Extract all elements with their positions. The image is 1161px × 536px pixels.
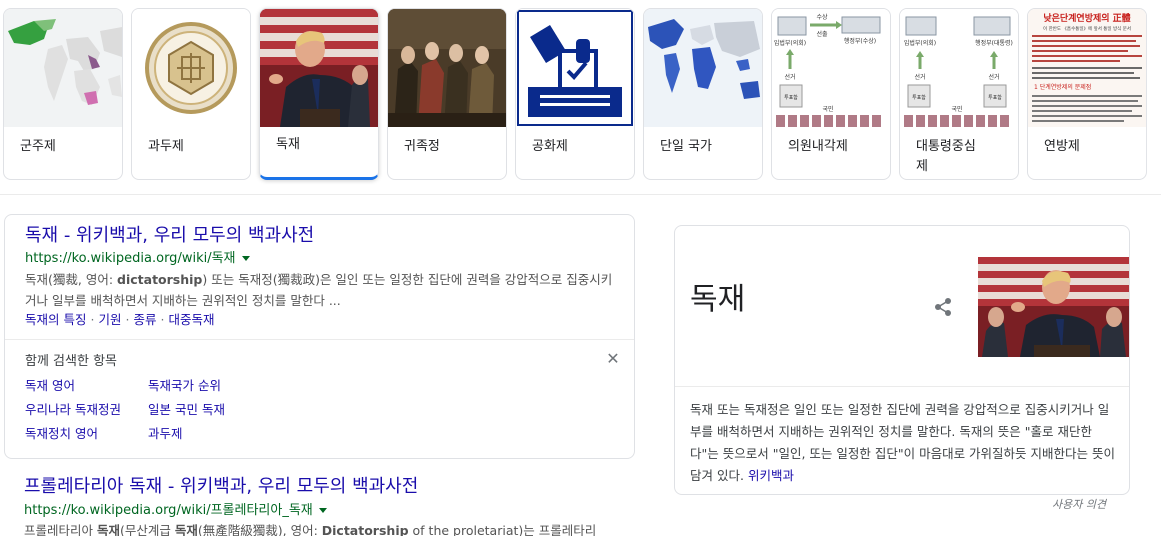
related-link[interactable]: 독재국가 순위 — [148, 377, 221, 395]
government-diagram: 입법부(의회) 행정부(대통령) 선거 선거 투표함 투표함 국민 — [900, 9, 1018, 127]
related-link[interactable]: 우리나라 독재정권 — [25, 401, 121, 419]
svg-text:행정부(대통령): 행정부(대통령) — [975, 39, 1013, 47]
knowledge-panel-divider — [675, 386, 1129, 387]
carousel-item-republic[interactable]: 공화제 — [515, 8, 635, 180]
carousel-item-presidential[interactable]: 입법부(의회) 행정부(대통령) 선거 선거 투표함 투표함 국민 대통령중심 … — [899, 8, 1019, 180]
image-carousel: 군주제 과두제 독재 귀족정 공화제 단일 국가 수상 선출 입법부(의회) 행… — [0, 6, 1161, 182]
search-result-card: 독재 - 위키백과, 우리 모두의 백과사전 https://ko.wikipe… — [4, 214, 635, 459]
svg-text:국민: 국민 — [822, 105, 833, 113]
share-icon[interactable] — [932, 296, 954, 318]
world-map-image — [644, 9, 762, 127]
svg-text:투표함: 투표함 — [912, 94, 926, 101]
related-link[interactable]: 독재 영어 — [25, 377, 75, 395]
carousel-item-unitary-state[interactable]: 단일 국가 — [643, 8, 763, 180]
related-divider — [5, 339, 634, 340]
carousel-item-dictatorship[interactable]: 독재 — [259, 8, 379, 180]
related-searches-heading: 함께 검색한 항목 — [25, 354, 117, 369]
government-diagram: 수상 선출 입법부(의회) 행정부(수상) 선거 투표함 국민 — [772, 9, 890, 127]
knowledge-panel-title: 독재 — [690, 282, 746, 317]
svg-text:선출: 선출 — [816, 30, 828, 38]
carousel-label: 과두제 — [148, 139, 184, 154]
result-url: https://ko.wikipedia.org/wiki/프롤레타리아_독재 — [24, 502, 327, 520]
carousel-label: 대통령중심 제 — [916, 139, 976, 174]
svg-text:선거: 선거 — [784, 73, 795, 81]
sitelink-mass-dictatorship[interactable]: 대중독재 — [168, 312, 214, 327]
svg-text:국민: 국민 — [951, 105, 962, 113]
result-title-link[interactable]: 독재 - 위키백과, 우리 모두의 백과사전 — [25, 224, 314, 248]
emblem-image — [132, 9, 250, 127]
result-sitelinks: 독재의 특징 · 기원 · 종류 · 대중독재 — [25, 312, 215, 327]
svg-text:투표함: 투표함 — [784, 94, 798, 101]
svg-text:이 한반도 《흡수통일》에 앞서 통일 방식 문서: 이 한반도 《흡수통일》에 앞서 통일 방식 문서 — [1043, 25, 1131, 32]
carousel-label: 단일 국가 — [660, 139, 712, 154]
result-url-text: https://ko.wikipedia.org/wiki/독재 — [25, 251, 236, 266]
svg-text:입법부(의회): 입법부(의회) — [904, 39, 936, 47]
section-divider — [0, 194, 1161, 195]
sitelink-features[interactable]: 독재의 특징 — [25, 312, 86, 327]
carousel-label: 연방제 — [1044, 139, 1080, 154]
wikipedia-source-link[interactable]: 위키백과 — [748, 468, 794, 483]
carousel-label: 의원내각제 — [788, 139, 848, 154]
ballot-box-icon — [516, 9, 634, 127]
document-poster-image: 낮은단계연방제의 正體 이 한반도 《흡수통일》에 앞서 통일 방식 문서 1 … — [1028, 9, 1146, 127]
close-icon[interactable]: ✕ — [603, 349, 623, 369]
carousel-label: 공화제 — [532, 139, 568, 154]
feedback-link[interactable]: 사용자 의견 — [1052, 496, 1106, 512]
result-snippet: 독재(獨裁, 영어: dictatorship) 또는 독재정(獨裁政)은 일인… — [25, 272, 613, 308]
carousel-label: 귀족정 — [404, 139, 440, 154]
svg-text:입법부(의회): 입법부(의회) — [774, 39, 806, 47]
svg-text:선거: 선거 — [988, 73, 999, 81]
painting-image — [388, 9, 506, 127]
knowledge-panel-description: 독재 또는 독재정은 일인 또는 일정한 집단에 권력을 강압적으로 집중시키거… — [690, 402, 1115, 483]
result-url: https://ko.wikipedia.org/wiki/독재 — [25, 250, 250, 268]
svg-text:1 단계연방제의 문제점: 1 단계연방제의 문제점 — [1034, 83, 1091, 91]
svg-text:낮은단계연방제의 正體: 낮은단계연방제의 正體 — [1043, 12, 1130, 24]
knowledge-panel-image[interactable] — [978, 257, 1129, 357]
carousel-label: 군주제 — [20, 139, 56, 154]
sitelink-origin[interactable]: 기원 — [98, 312, 121, 327]
carousel-item-aristocracy[interactable]: 귀족정 — [387, 8, 507, 180]
related-link[interactable]: 과두제 — [148, 425, 183, 443]
speaker-photo — [260, 9, 378, 127]
url-dropdown-caret-icon[interactable] — [241, 256, 250, 261]
related-link[interactable]: 일본 국민 독재 — [148, 401, 225, 419]
result-snippet: 프롤레타리아 독재(무산계급 독재(無產階級獨裁), 영어: Dictators… — [24, 523, 597, 536]
carousel-label: 독재 — [276, 137, 300, 152]
result-title-link[interactable]: 프롤레타리아 독재 - 위키백과, 우리 모두의 백과사전 — [24, 475, 418, 499]
carousel-item-parliamentary[interactable]: 수상 선출 입법부(의회) 행정부(수상) 선거 투표함 국민 의원내각제 — [771, 8, 891, 180]
sitelink-types[interactable]: 종류 — [133, 312, 156, 327]
url-dropdown-caret-icon[interactable] — [318, 508, 327, 513]
svg-text:행정부(수상): 행정부(수상) — [844, 37, 876, 45]
svg-text:투표함: 투표함 — [988, 94, 1002, 101]
carousel-item-monarchy[interactable]: 군주제 — [3, 8, 123, 180]
knowledge-panel: 독재 독재 또는 독재정은 일인 또는 일정한 집단에 권력을 강압적으로 집중… — [674, 225, 1130, 495]
carousel-fade — [1145, 6, 1161, 182]
svg-text:선거: 선거 — [914, 73, 925, 81]
world-map-image — [4, 9, 122, 127]
result-url-text: https://ko.wikipedia.org/wiki/프롤레타리아_독재 — [24, 503, 313, 518]
svg-text:수상: 수상 — [816, 13, 828, 21]
related-link[interactable]: 독재정치 영어 — [25, 425, 98, 443]
carousel-item-federalism[interactable]: 낮은단계연방제의 正體 이 한반도 《흡수통일》에 앞서 통일 방식 문서 1 … — [1027, 8, 1147, 180]
carousel-item-oligarchy[interactable]: 과두제 — [131, 8, 251, 180]
